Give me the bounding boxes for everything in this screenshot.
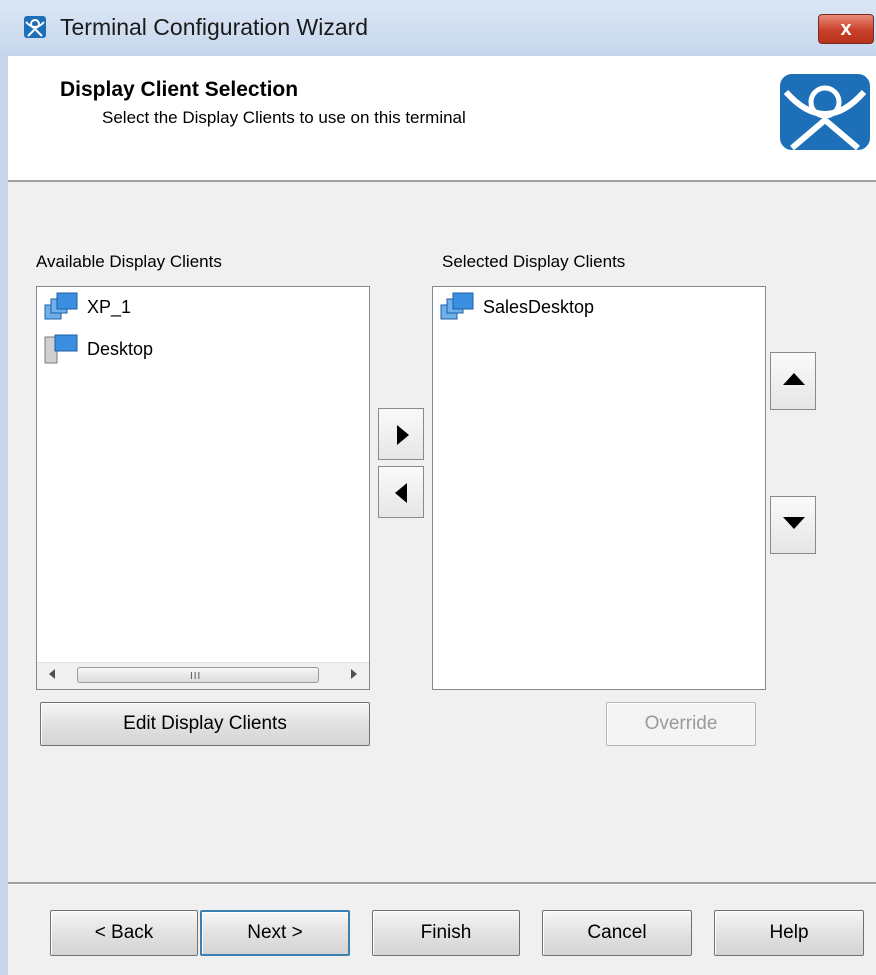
finish-button[interactable]: Finish [372,910,520,956]
arrow-right-icon [397,425,409,445]
list-item[interactable]: SalesDesktop [433,287,765,329]
list-item-label: XP_1 [87,297,132,317]
thinmanager-logo-icon [780,74,870,150]
wizard-window: Terminal Configuration Wizard x Display … [0,0,876,975]
arrow-up-icon [783,373,805,385]
move-up-button[interactable] [770,352,816,410]
add-to-selected-button[interactable] [378,408,424,460]
available-clients-list[interactable]: XP_1 Desktop III [36,286,370,690]
list-item[interactable]: Desktop [37,329,369,371]
help-button[interactable]: Help [714,910,864,956]
window-title: Terminal Configuration Wizard [60,14,369,40]
page-subtitle: Select the Display Clients to use on thi… [102,108,466,127]
scroll-left-icon[interactable] [49,669,55,679]
selected-clients-list[interactable]: SalesDesktop [432,286,766,690]
close-button[interactable]: x [818,14,874,44]
thinmanager-app-icon [24,16,46,38]
horizontal-scrollbar[interactable]: III [37,662,369,689]
edit-display-clients-button[interactable]: Edit Display Clients [40,702,370,746]
move-down-button[interactable] [770,496,816,554]
page-title: Display Client Selection [60,78,299,101]
display-client-group-icon [44,292,78,320]
footer-divider [8,882,876,885]
desktop-client-icon [44,334,78,364]
available-clients-label: Available Display Clients [36,252,222,271]
list-item[interactable]: XP_1 [37,287,369,329]
scroll-thumb[interactable]: III [77,667,319,683]
override-button[interactable]: Override [606,702,756,746]
arrow-down-icon [783,517,805,529]
cancel-button[interactable]: Cancel [542,910,692,956]
selected-clients-label: Selected Display Clients [442,252,626,271]
back-button[interactable]: < Back [50,910,198,956]
title-bar: Terminal Configuration Wizard x [0,0,876,56]
arrow-left-icon [395,483,407,503]
wizard-header: Display Client Selection Select the Disp… [8,56,876,182]
scroll-grip: III [190,671,202,682]
list-item-label: Desktop [87,339,154,359]
remove-from-selected-button[interactable] [378,466,424,518]
display-client-group-icon [440,292,474,320]
next-button[interactable]: Next > [200,910,350,956]
list-item-label: SalesDesktop [483,297,595,317]
scroll-right-icon[interactable] [351,669,357,679]
